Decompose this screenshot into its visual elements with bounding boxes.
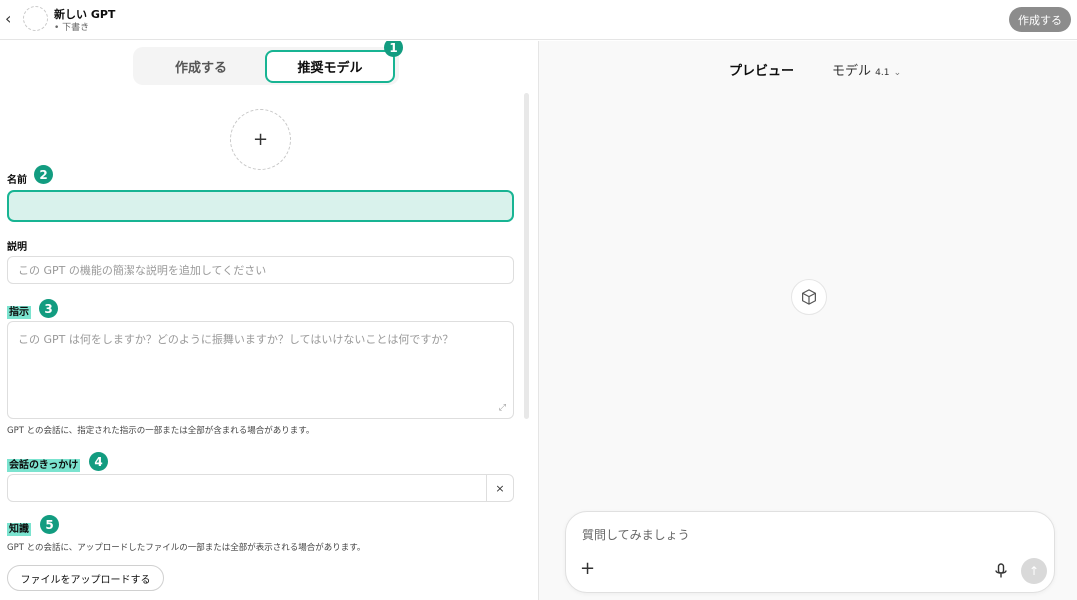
back-chevron-icon[interactable]: ‹	[5, 9, 19, 29]
step-badge-1: 1	[384, 41, 403, 57]
microphone-icon[interactable]	[995, 563, 1007, 583]
preview-title: プレビュー	[729, 64, 795, 79]
starters-label-wrap: 会話のきっかけ	[7, 456, 81, 472]
cube-icon	[791, 279, 827, 315]
chevron-down-icon: ⌄	[893, 68, 902, 78]
instructions-label-wrap: 指示	[7, 303, 31, 319]
plus-icon: +	[252, 129, 269, 150]
draft-status: • 下書き	[54, 23, 90, 33]
model-version: 4.1	[875, 68, 890, 78]
model-label: モデル	[832, 64, 872, 79]
image-upload-button[interactable]: +	[230, 109, 291, 170]
upload-file-button[interactable]: ファイルをアップロードする	[7, 565, 164, 591]
starters-label: 会話のきっかけ	[7, 459, 81, 472]
gpt-avatar	[23, 6, 48, 31]
message-composer: 質問してみましょう + ↑	[565, 511, 1055, 593]
knowledge-hint: GPT との会話に、アップロードしたファイルの一部または全部が表示される場合があ…	[7, 543, 366, 553]
create-button[interactable]: 作成する	[1009, 7, 1071, 32]
tab-recommended-model[interactable]: 推奨モデル	[265, 50, 395, 83]
instructions-field[interactable]: この GPT は何をしますか？どのように振舞いますか？してはいけないことは何です…	[7, 321, 514, 419]
description-label: 説明	[7, 242, 27, 253]
tab-create[interactable]: 作成する	[137, 50, 265, 83]
expand-icon[interactable]: ⤢	[499, 403, 506, 413]
top-bar: ‹ 新しい GPT • 下書き 作成する	[0, 0, 1077, 40]
preview-panel: プレビュー モデル 4.1 ⌄ 質問してみましょう + ↑	[539, 41, 1077, 600]
step-badge-4: 4	[89, 452, 108, 471]
step-badge-5: 5	[40, 515, 59, 534]
name-field[interactable]	[7, 190, 514, 222]
send-arrow-icon[interactable]: ↑	[1021, 558, 1047, 584]
message-input[interactable]: 質問してみましょう	[582, 526, 690, 543]
knowledge-label: 知識	[7, 523, 31, 536]
name-label: 名前	[7, 175, 27, 186]
mode-tabs: 作成する 推奨モデル	[133, 47, 399, 85]
scrollbar[interactable]	[524, 93, 529, 419]
instructions-hint: GPT との会話に、指定された指示の一部または全部が含まれる場合があります。	[7, 426, 315, 436]
knowledge-label-wrap: 知識	[7, 520, 31, 536]
remove-starter-close-icon[interactable]: ×	[486, 475, 513, 501]
instructions-placeholder: この GPT は何をしますか？どのように振舞いますか？してはいけないことは何です…	[18, 333, 454, 346]
conversation-starter-input[interactable]: ×	[7, 474, 514, 502]
instructions-label: 指示	[7, 306, 31, 319]
step-badge-3: 3	[39, 299, 58, 318]
model-selector[interactable]: モデル 4.1 ⌄	[832, 60, 901, 79]
description-field[interactable]: この GPT の機能の簡潔な説明を追加してください	[7, 256, 514, 284]
plus-icon[interactable]: +	[580, 558, 595, 579]
editor-panel: 作成する 推奨モデル 1 + 名前 2 説明 この GPT の機能の簡潔な説明を…	[0, 41, 538, 600]
step-badge-2: 2	[34, 165, 53, 184]
